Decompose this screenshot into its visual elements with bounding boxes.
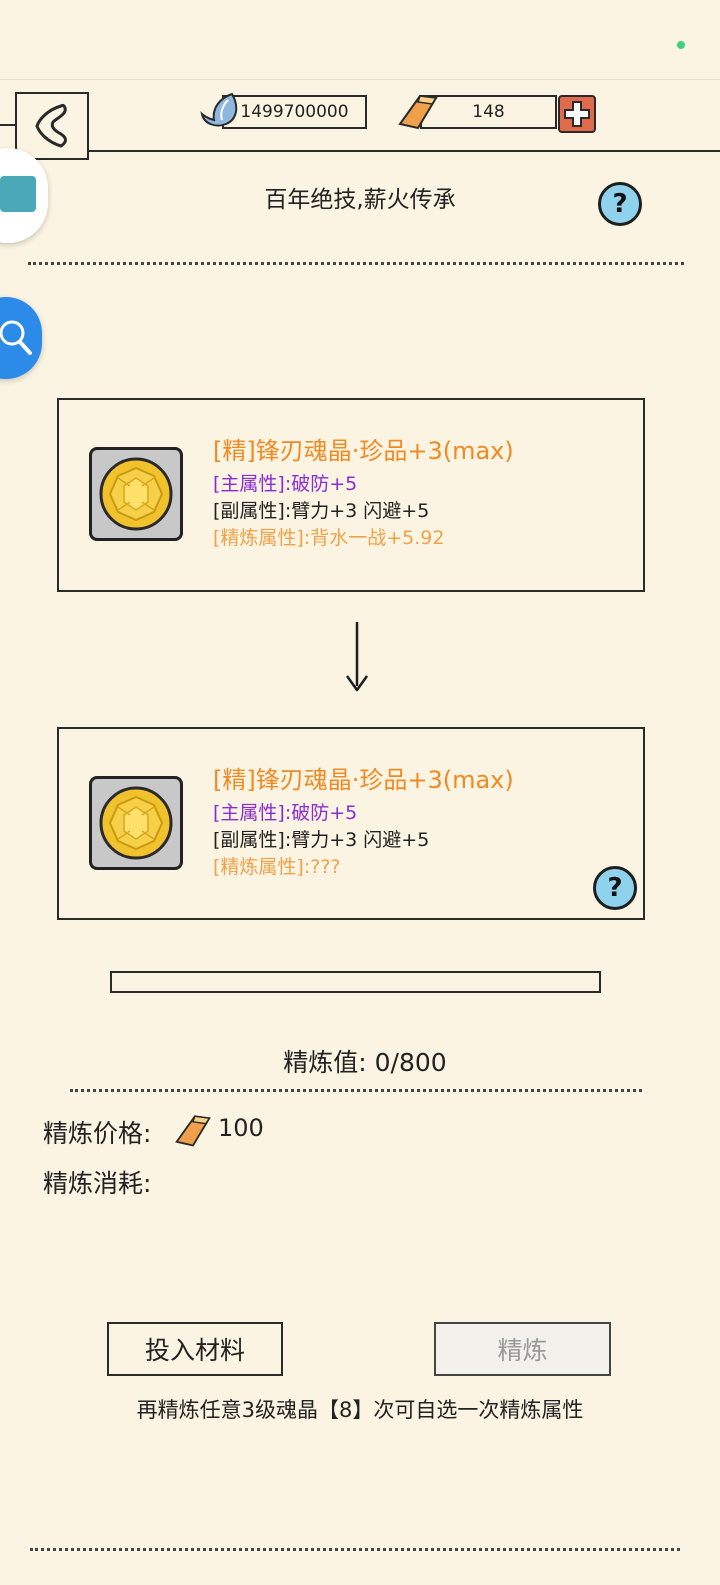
search-icon: [0, 320, 32, 355]
question-icon: ?: [612, 189, 628, 219]
item-gem-slot[interactable]: [89, 447, 183, 541]
add-material-button[interactable]: 投入材料: [107, 1322, 283, 1376]
moon-crystal-icon: [200, 92, 238, 127]
item-title: [精]锋刃魂晶·珍品+3(max): [213, 766, 514, 794]
add-gold-button[interactable]: [558, 95, 596, 133]
page-title: 百年绝技,薪火传承: [264, 187, 456, 213]
refine-attribute: [精炼属性]:???: [213, 856, 341, 878]
divider-dotted: [70, 1089, 642, 1092]
yellow-gem-icon: [99, 786, 173, 860]
soul-amount: 1499700000: [240, 102, 349, 122]
soul-currency-box: 1499700000: [222, 95, 367, 129]
back-button[interactable]: [15, 92, 89, 160]
refine-hint: 再精炼任意3级魂晶【8】次可自选一次精炼属性: [136, 1398, 584, 1422]
refine-progress-bar: [110, 971, 601, 993]
yellow-gem-icon: [99, 457, 173, 531]
refine-price-label: 精炼价格:: [43, 1119, 152, 1148]
main-attribute: [主属性]:破防+5: [213, 802, 358, 824]
refine-value: 精炼值: 0/800: [283, 1048, 447, 1077]
topbar-divider: [0, 79, 720, 80]
refine-price-value: 100: [218, 1114, 264, 1142]
main-attribute: [主属性]:破防+5: [213, 473, 358, 495]
floating-search-button[interactable]: [0, 297, 42, 379]
sub-attribute: [副属性]:臂力+3 闪避+5: [213, 500, 430, 522]
back-icon: [35, 103, 67, 148]
gold-amount: 148: [472, 102, 505, 122]
refine-cost-label: 精炼消耗:: [43, 1169, 152, 1198]
item-title: [精]锋刃魂晶·珍品+3(max): [213, 437, 514, 465]
status-indicator: [677, 41, 685, 49]
help-button[interactable]: ?: [598, 182, 642, 226]
header-rule: [0, 150, 720, 152]
gold-bar-icon: [398, 94, 438, 130]
arrow-down-icon: [345, 622, 369, 692]
refine-button[interactable]: 精炼: [434, 1322, 611, 1376]
plus-icon: [564, 101, 590, 127]
gold-currency-box: 148: [420, 95, 557, 129]
question-icon: ?: [607, 873, 623, 903]
refine-attribute: [精炼属性]:背水一战+5.92: [213, 527, 445, 549]
item-gem-slot[interactable]: [89, 776, 183, 870]
divider-dotted: [30, 1548, 680, 1551]
sub-attribute: [副属性]:臂力+3 闪避+5: [213, 829, 430, 851]
refine-help-button[interactable]: ?: [593, 866, 637, 910]
app-widget-icon: [0, 176, 36, 212]
divider-dotted: [28, 262, 684, 265]
gold-bar-icon: [175, 1115, 211, 1147]
